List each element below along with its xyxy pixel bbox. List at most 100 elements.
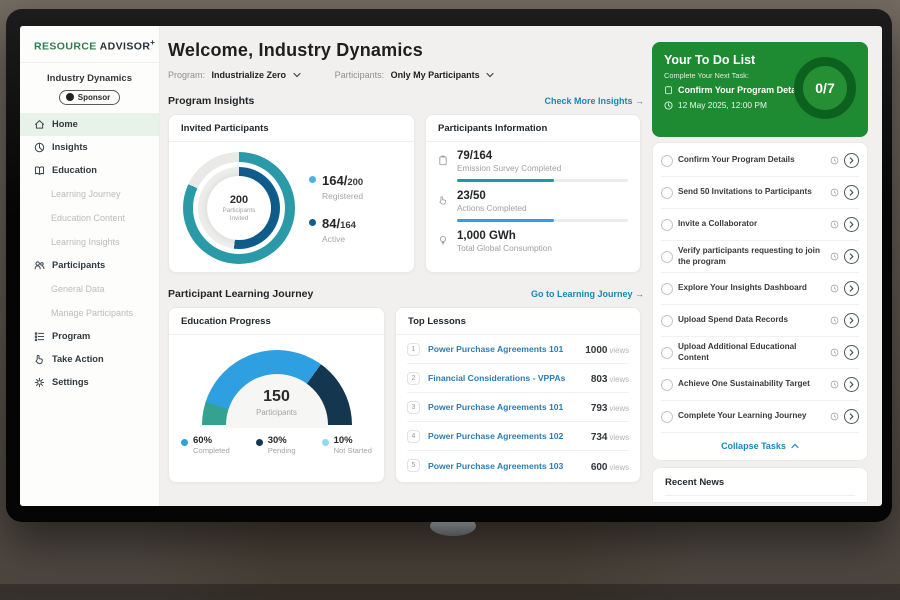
home-icon [34, 119, 45, 130]
todo-item[interactable]: Upload Additional Educational Content [661, 337, 859, 369]
go-to-task-button[interactable] [844, 217, 859, 232]
go-to-task-button[interactable] [844, 377, 859, 392]
org-name: Industry Dynamics [20, 73, 159, 84]
progress-track [457, 219, 628, 222]
lesson-views: 734 [591, 432, 608, 443]
card-title: Education Progress [169, 308, 384, 335]
sidebar: RESOURCE ADVISOR+ Industry Dynamics Spon… [20, 26, 160, 506]
education-progress-card: Education Progress 150 Participants [168, 307, 385, 483]
checkbox[interactable] [661, 155, 673, 167]
link-label: Check More Insights [544, 96, 632, 106]
sidebar-item-home[interactable]: Home [20, 113, 159, 136]
checkbox[interactable] [661, 315, 673, 327]
page-title: Welcome, Industry Dynamics [168, 40, 644, 61]
bulb-icon [438, 233, 448, 253]
donut-center-label: Participants [223, 207, 256, 214]
check-more-insights-link[interactable]: Check More Insights → [544, 96, 644, 106]
todo-item[interactable]: Verify participants requesting to join t… [661, 241, 859, 273]
clock-icon [830, 248, 839, 266]
clock-icon [830, 376, 839, 394]
lesson-rank: 1 [407, 343, 420, 356]
clock-icon [830, 184, 839, 202]
program-filter-label: Program: [168, 70, 205, 80]
go-to-task-button[interactable] [844, 185, 859, 200]
participants-filter[interactable]: Participants: Only My Participants [335, 70, 495, 80]
sidebar-item-learning-insights[interactable]: Learning Insights [20, 230, 159, 254]
todo-item-label: Explore Your Insights Dashboard [678, 283, 825, 294]
lesson-link[interactable]: Power Purchase Agreements 101 [428, 402, 583, 412]
recent-news-card: Recent News [652, 467, 868, 503]
todo-item[interactable]: Explore Your Insights Dashboard [661, 273, 859, 305]
legend-dot [256, 439, 263, 446]
lesson-link[interactable]: Power Purchase Agreements 102 [428, 431, 583, 441]
chevron-up-icon [791, 443, 799, 449]
todo-item[interactable]: Invite a Collaborator [661, 209, 859, 241]
go-to-learning-journey-link[interactable]: Go to Learning Journey → [531, 289, 644, 299]
sidebar-item-label: Program [52, 331, 90, 341]
legend-value: 164/ [322, 173, 347, 188]
section-title: Participant Learning Journey [168, 288, 313, 300]
clock-icon [830, 408, 839, 426]
checkbox[interactable] [661, 219, 673, 231]
todo-item-label: Complete Your Learning Journey [678, 411, 825, 422]
sidebar-item-label: Take Action [52, 354, 104, 364]
sidebar-item-take-action[interactable]: Take Action [20, 348, 159, 371]
sidebar-item-manage-participants[interactable]: Manage Participants [20, 301, 159, 325]
program-insights-section-header: Program Insights Check More Insights → [168, 95, 644, 107]
lesson-row: 1 Power Purchase Agreements 101 1000view… [407, 335, 629, 364]
program-icon [34, 331, 45, 342]
go-to-task-button[interactable] [844, 409, 859, 424]
sidebar-item-learning-journey[interactable]: Learning Journey [20, 182, 159, 206]
link-label: Go to Learning Journey [531, 289, 633, 299]
todo-item[interactable]: Achieve One Sustainability Target [661, 369, 859, 401]
todo-item[interactable]: Complete Your Learning Journey [661, 401, 859, 433]
sidebar-item-label: Learning Journey [51, 189, 121, 199]
program-filter[interactable]: Program: Industrialize Zero [168, 70, 301, 80]
go-to-task-button[interactable] [844, 345, 859, 360]
clock-icon [830, 344, 839, 362]
top-lessons-card: Top Lessons 1 Power Purchase Agreements … [395, 307, 641, 483]
sidebar-item-education[interactable]: Education [20, 159, 159, 182]
go-to-task-button[interactable] [844, 281, 859, 296]
todo-item-label: Invite a Collaborator [678, 219, 825, 230]
collapse-tasks-link[interactable]: Collapse Tasks [661, 433, 859, 458]
lesson-link[interactable]: Power Purchase Agreements 103 [428, 461, 583, 471]
chevron-right-icon [849, 253, 854, 260]
sidebar-item-program[interactable]: Program [20, 325, 159, 348]
go-to-task-button[interactable] [844, 249, 859, 264]
participants-icon [34, 260, 45, 271]
clipboard-icon [664, 85, 673, 95]
program-filter-value: Industrialize Zero [212, 70, 287, 80]
desk-edge [0, 584, 900, 600]
checkbox[interactable] [661, 347, 673, 359]
sidebar-item-general-data[interactable]: General Data [20, 277, 159, 301]
metric-value: 1,000 GWh [457, 230, 628, 242]
todo-item[interactable]: Confirm Your Program Details [661, 145, 859, 177]
lesson-link[interactable]: Financial Considerations - VPPAs [428, 373, 583, 383]
checkbox[interactable] [661, 283, 673, 295]
sidebar-item-participants[interactable]: Participants [20, 254, 159, 277]
checkbox[interactable] [661, 187, 673, 199]
todo-item-label: Verify participants requesting to join t… [678, 246, 825, 267]
todo-header-card: Your To Do List Complete Your Next Task:… [652, 42, 868, 137]
checkbox[interactable] [661, 411, 673, 423]
sidebar-item-education-content[interactable]: Education Content [20, 206, 159, 230]
filters-row: Program: Industrialize Zero Participants… [168, 70, 644, 80]
card-title: Invited Participants [169, 115, 414, 142]
todo-due-label: 12 May 2025, 12:00 PM [678, 100, 767, 110]
go-to-task-button[interactable] [844, 153, 859, 168]
checkbox[interactable] [661, 251, 673, 263]
todo-item[interactable]: Upload Spend Data Records [661, 305, 859, 337]
todo-item[interactable]: Send 50 Invitations to Participants [661, 177, 859, 209]
legend-value: 10% [334, 435, 372, 446]
metric-emission-survey: 79/164 Emission Survey Completed [426, 142, 640, 182]
go-to-task-button[interactable] [844, 313, 859, 328]
todo-item-label: Send 50 Invitations to Participants [678, 187, 825, 198]
sidebar-item-settings[interactable]: Settings [20, 371, 159, 394]
donut-center: 200 Participants Invited [207, 176, 271, 240]
legend-label: Completed [193, 446, 230, 455]
checkbox[interactable] [661, 379, 673, 391]
sidebar-item-insights[interactable]: Insights [20, 136, 159, 159]
chevron-right-icon [849, 221, 854, 228]
lesson-link[interactable]: Power Purchase Agreements 101 [428, 344, 577, 354]
